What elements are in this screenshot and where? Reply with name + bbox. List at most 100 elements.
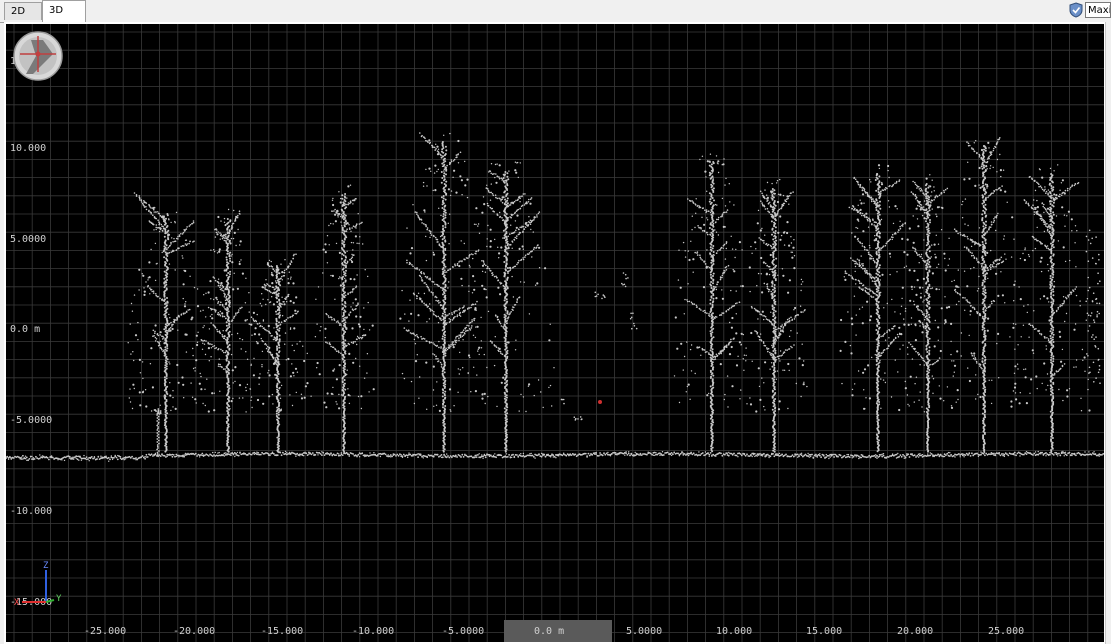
cloud-point: [326, 235, 329, 237]
cloud-point: [519, 226, 521, 229]
cloud-point: [1041, 451, 1043, 454]
cloud-point: [178, 247, 180, 249]
cloud-point: [417, 456, 419, 458]
cloud-point: [195, 402, 197, 404]
cloud-point: [361, 452, 363, 454]
cloud-point: [169, 326, 172, 329]
cloud-point: [491, 192, 494, 195]
cloud-point: [226, 218, 229, 220]
cloud-point: [521, 195, 523, 197]
cloud-point: [170, 454, 173, 456]
cloud-point: [258, 322, 261, 325]
cloud-point: [285, 268, 288, 270]
cloud-point: [275, 281, 278, 284]
cloud-point: [432, 353, 434, 355]
cloud-point: [461, 284, 463, 287]
cloud-point: [348, 343, 351, 346]
cloud-point: [305, 452, 308, 455]
cloud-point: [228, 320, 231, 322]
cloud-point: [156, 414, 159, 416]
shield-icon[interactable]: [1069, 2, 1083, 18]
cloud-point: [442, 257, 445, 260]
cloud-point: [156, 454, 159, 457]
cloud-point: [113, 456, 115, 459]
cloud-point: [330, 316, 332, 318]
cloud-point: [457, 153, 460, 155]
cloud-point: [514, 161, 517, 163]
cloud-point: [142, 377, 144, 380]
cloud-point: [756, 455, 759, 457]
cloud-point: [709, 349, 712, 352]
cloud-point: [145, 281, 147, 283]
cloud-point: [278, 307, 280, 310]
cloud-point: [476, 374, 478, 376]
cloud-point: [537, 379, 540, 381]
cloud-point: [278, 381, 281, 384]
cloud-point: [250, 453, 253, 456]
cloud-point: [25, 456, 28, 459]
cloud-point: [746, 453, 748, 456]
cloud-point: [692, 452, 695, 455]
cloud-point: [174, 240, 177, 242]
cloud-point: [344, 352, 347, 355]
cloud-point: [207, 291, 210, 294]
maximize-dropdown[interactable]: Maxi: [1085, 2, 1111, 18]
cloud-point: [712, 272, 715, 275]
tab-3d[interactable]: 3D: [42, 0, 86, 22]
cloud-point: [506, 202, 509, 205]
cloud-point: [222, 286, 224, 289]
cloud-point: [264, 343, 266, 346]
cloud-point: [496, 405, 498, 408]
cloud-point: [529, 198, 532, 200]
cloud-point: [221, 235, 223, 237]
cloud-point: [444, 198, 447, 201]
cloud-point: [200, 375, 202, 378]
cloud-point: [219, 232, 221, 234]
cloud-point: [271, 393, 274, 396]
cloud-point: [444, 226, 447, 229]
point-cloud-canvas[interactable]: 10.0005.00000.0 m-5.0000-10.000-15.000 -…: [5, 24, 1105, 642]
cloud-point: [434, 164, 437, 167]
cloud-point: [504, 382, 506, 385]
cloud-point: [379, 455, 382, 458]
tab-2d[interactable]: 2D: [4, 2, 42, 20]
cloud-point: [602, 454, 604, 457]
cloud-point: [182, 257, 184, 259]
cloud-point: [83, 454, 85, 457]
cloud-point: [142, 204, 144, 206]
cloud-point: [459, 351, 461, 354]
cloud-point: [468, 290, 470, 293]
cloud-point: [498, 347, 501, 350]
cloud-point: [7, 458, 10, 460]
cloud-point: [425, 139, 427, 142]
cloud-point: [227, 272, 230, 274]
cloud-point: [777, 453, 779, 455]
cloud-point: [339, 201, 342, 204]
cloud-point: [708, 453, 711, 456]
cloud-point: [681, 451, 683, 453]
cloud-point: [310, 453, 313, 456]
cloud-point: [336, 403, 338, 405]
cloud-point: [509, 457, 512, 459]
cloud-point: [413, 402, 416, 405]
cloud-point: [264, 328, 266, 331]
cloud-point: [223, 335, 226, 338]
cloud-point: [429, 236, 431, 239]
cloud-point: [982, 452, 985, 455]
cloud-point: [160, 223, 163, 226]
cloud-point: [90, 456, 93, 458]
cloud-point: [158, 442, 160, 445]
cloud-point: [338, 251, 341, 254]
cloud-point: [261, 286, 264, 289]
cloud-point: [356, 223, 358, 225]
cloud-point: [225, 317, 227, 320]
cloud-point: [440, 181, 443, 184]
cloud-point: [432, 294, 434, 296]
cloud-point: [341, 299, 344, 302]
3d-viewport[interactable]: 10.0005.00000.0 m-5.0000-10.000-15.000 -…: [5, 24, 1105, 642]
cloud-point: [289, 316, 292, 318]
cloud-point: [222, 330, 224, 332]
cloud-point: [328, 316, 330, 319]
cloud-point: [574, 453, 577, 456]
cloud-point: [275, 320, 278, 323]
